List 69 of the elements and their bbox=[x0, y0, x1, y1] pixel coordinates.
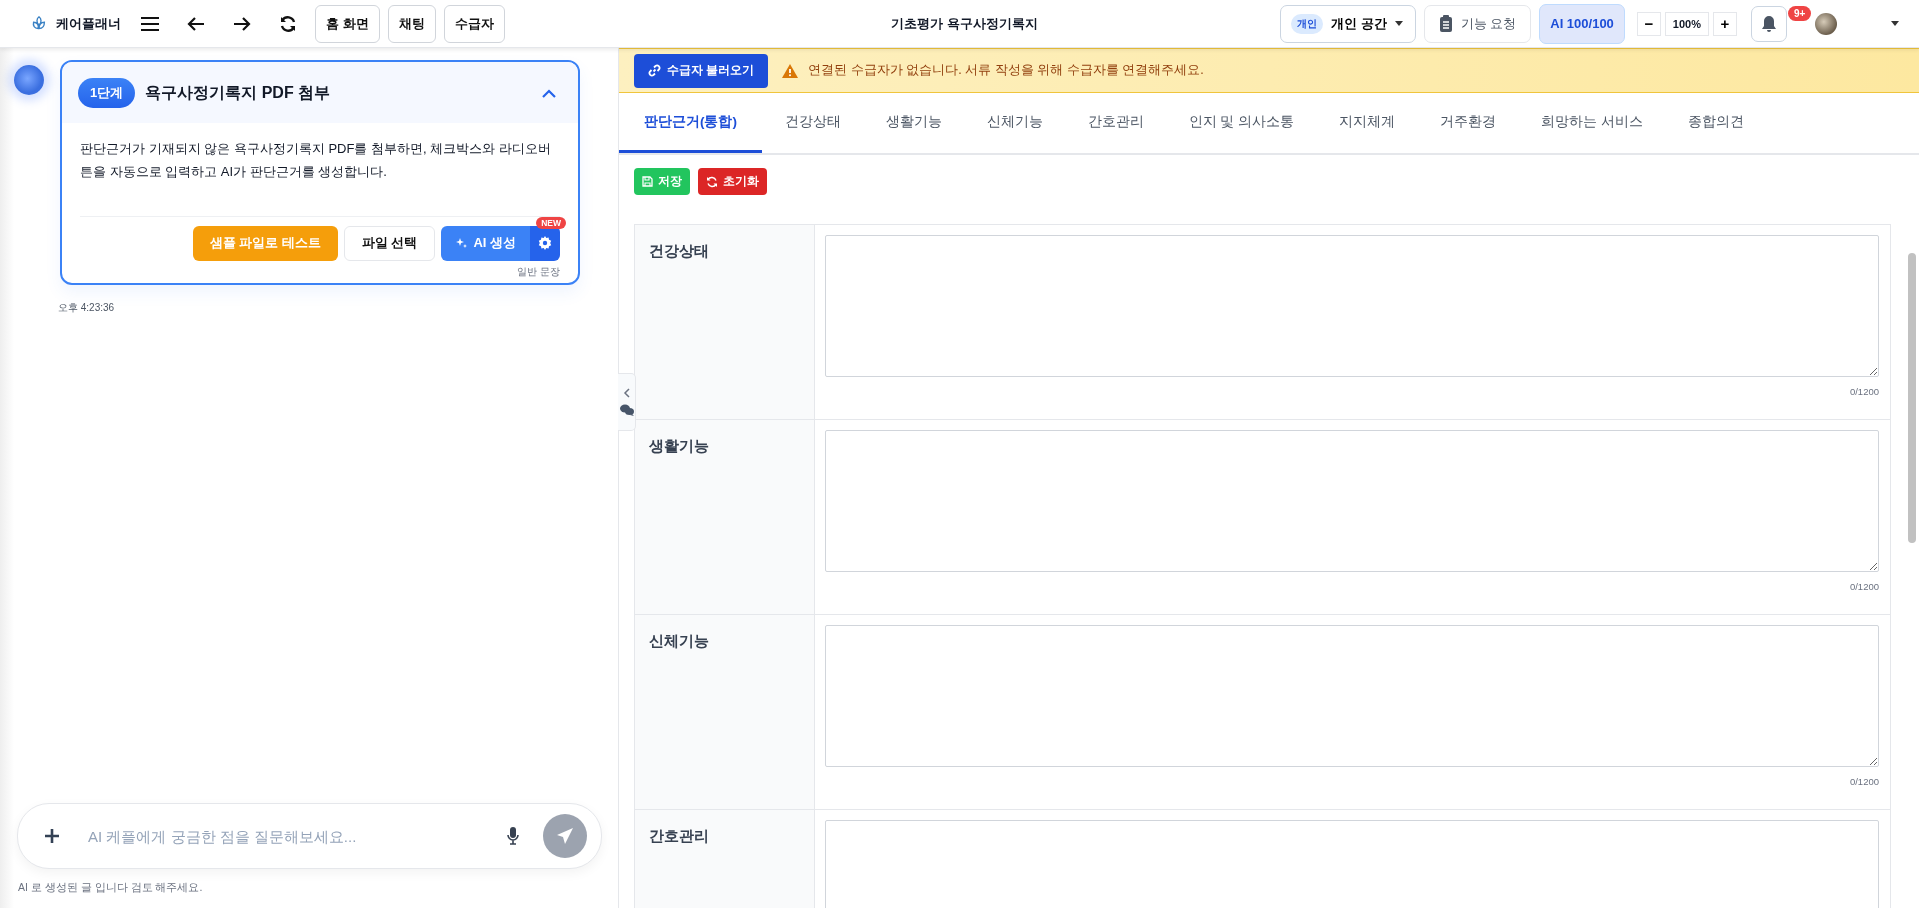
tab[interactable]: 지지체계 bbox=[1316, 93, 1418, 153]
avatar[interactable] bbox=[1815, 12, 1837, 35]
warning-icon bbox=[782, 63, 799, 78]
settings-icon bbox=[538, 236, 552, 251]
character-counter: 0/1200 bbox=[1849, 581, 1879, 592]
mode-caption: 일반 문장 bbox=[517, 264, 560, 279]
sparkle-icon bbox=[455, 237, 468, 250]
assistant-avatar bbox=[14, 65, 44, 95]
chevron-left-icon bbox=[623, 388, 630, 398]
file-select-button[interactable]: 파일 선택 bbox=[343, 225, 436, 261]
tab[interactable]: 판단근거(통합) bbox=[619, 93, 762, 153]
section-label: 건강상태 bbox=[635, 225, 815, 419]
tab[interactable]: 종합의견 bbox=[1665, 93, 1767, 153]
feature-request-button[interactable]: 기능 요청 bbox=[1423, 4, 1532, 43]
nav-button[interactable]: 수급자 bbox=[443, 4, 505, 43]
load-recipient-button[interactable]: 수급자 불러오기 bbox=[634, 53, 769, 88]
notification-badge: 9+ bbox=[1788, 5, 1812, 21]
warning-message: 연결된 수급자가 없습니다. 서류 작성을 위해 수급자를 연결해주세요. bbox=[808, 62, 1204, 79]
nav-button[interactable]: 홈 화면 bbox=[315, 4, 380, 43]
link-icon bbox=[648, 64, 661, 77]
save-icon bbox=[642, 176, 653, 187]
refresh-icon bbox=[279, 14, 297, 33]
arrow-right-icon bbox=[233, 15, 251, 32]
disclaimer: AI 로 생성된 글 입니다 검토 해주세요. bbox=[18, 881, 204, 895]
page-title: 기초평가 욕구사정기록지 bbox=[891, 14, 1038, 33]
panel-toggle-handle[interactable] bbox=[618, 373, 636, 431]
tab[interactable]: 희망하는 서비스 bbox=[1518, 93, 1666, 153]
menu-icon bbox=[140, 15, 160, 32]
caret-icon bbox=[1394, 21, 1403, 26]
character-counter: 0/1200 bbox=[1849, 386, 1879, 397]
tab[interactable]: 인지 및 의사소통 bbox=[1166, 93, 1317, 153]
message-field[interactable]: AI 케플에게 궁금한 점을 질문해보세요... bbox=[86, 826, 493, 846]
zoom-out-button[interactable]: − bbox=[1636, 11, 1661, 36]
card-description: 판단근거가 기재되지 않은 욕구사정기록지 PDF를 첨부하면, 체크박스와 라디오버튼을 자동으로 입력하고 AI가 판단근거를 생성합니다. bbox=[80, 123, 560, 217]
section-label: 생활기능 bbox=[635, 420, 815, 614]
microphone-icon bbox=[507, 827, 519, 845]
scrollbar-thumb[interactable] bbox=[1908, 253, 1916, 543]
arrow-left-icon bbox=[187, 15, 205, 32]
workspace-label: 개인 공간 bbox=[1331, 14, 1387, 33]
tab[interactable]: 거주환경 bbox=[1417, 93, 1519, 153]
feature-request-label: 기능 요청 bbox=[1460, 14, 1517, 33]
caret-icon[interactable] bbox=[1891, 21, 1899, 26]
step-badge: 1단계 bbox=[78, 78, 136, 108]
plus-icon bbox=[44, 828, 60, 844]
ai-quota: AI 100/100 bbox=[1539, 3, 1625, 44]
chat-bubbles-icon bbox=[619, 404, 634, 416]
zoom-level: 100% bbox=[1664, 11, 1709, 36]
nav-button[interactable]: 채팅 bbox=[387, 4, 436, 43]
workspace-badge: 개인 bbox=[1291, 13, 1323, 34]
section-label: 신체기능 bbox=[635, 615, 815, 809]
character-counter: 0/1200 bbox=[1849, 776, 1879, 787]
app-name: 케어플래너 bbox=[56, 14, 121, 33]
notification-button[interactable] bbox=[1751, 5, 1787, 42]
reset-icon bbox=[706, 175, 718, 188]
message-time: 오후 4:23:36 bbox=[58, 300, 115, 315]
workspace-dropdown[interactable]: 개인 개인 공간 bbox=[1280, 4, 1416, 43]
send-icon bbox=[556, 827, 574, 845]
settings-button[interactable] bbox=[530, 225, 560, 261]
tab[interactable]: 건강상태 bbox=[762, 93, 863, 153]
bell-icon bbox=[1761, 14, 1777, 33]
zoom-in-button[interactable]: + bbox=[1713, 11, 1737, 36]
reset-button[interactable]: 초기화 bbox=[698, 168, 767, 195]
section-label: 간호관리 bbox=[635, 810, 815, 908]
tab[interactable]: 생활기능 bbox=[863, 93, 964, 153]
tab[interactable]: 간호관리 bbox=[1065, 93, 1166, 153]
tab[interactable]: 신체기능 bbox=[964, 93, 1065, 153]
card-title: 욕구사정기록지 PDF 첨부 bbox=[145, 82, 332, 103]
chevron-up-icon bbox=[542, 88, 556, 98]
ai-generate-button[interactable]: AI 생성 bbox=[441, 225, 530, 261]
